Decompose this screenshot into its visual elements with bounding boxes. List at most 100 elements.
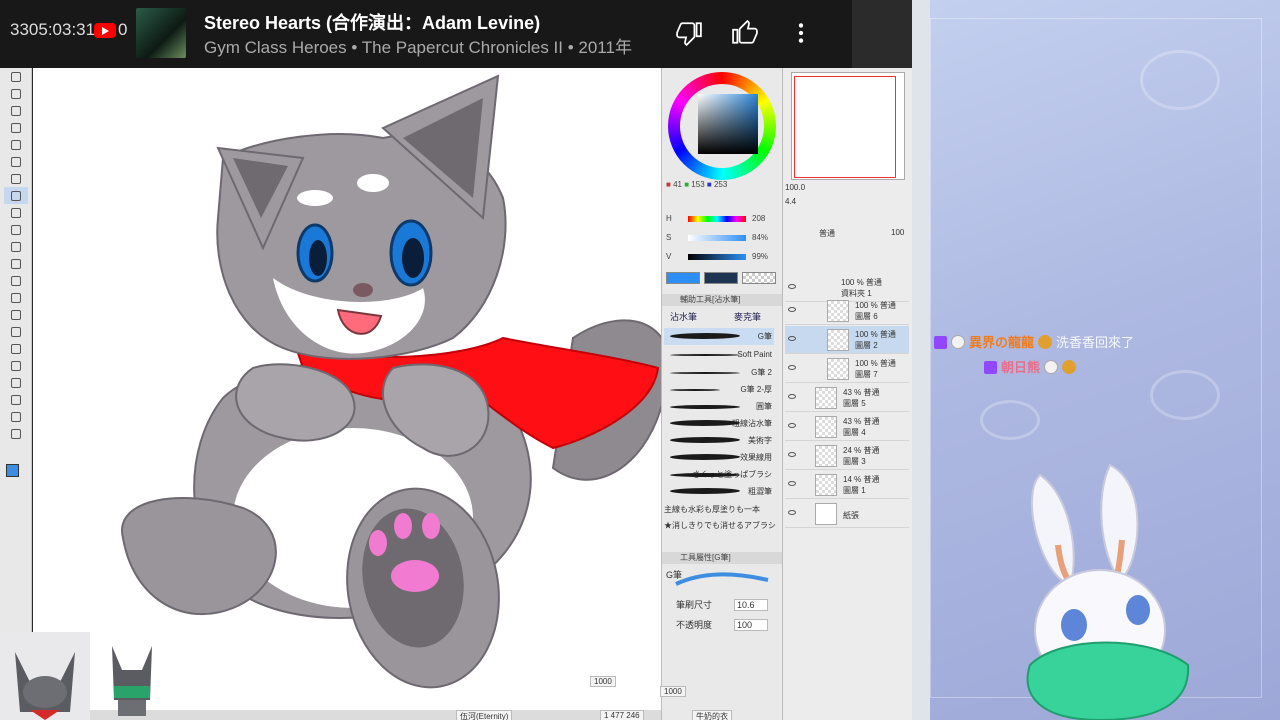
tool-property-header: 工具屬性[G筆]: [662, 552, 783, 564]
album-thumbnail[interactable]: [136, 8, 186, 58]
eye-icon[interactable]: [788, 284, 796, 289]
eye-icon[interactable]: [788, 423, 796, 428]
auto-select-tool[interactable]: [4, 153, 28, 170]
counter-text: 3305:03:31: [10, 20, 96, 39]
wolf-artwork: [121, 74, 661, 689]
balloon-tool[interactable]: [4, 408, 28, 425]
value-bar[interactable]: [688, 254, 746, 260]
main-color-chip[interactable]: [666, 272, 700, 284]
layer-opacity-field[interactable]: 100: [891, 228, 904, 237]
drawing-canvas[interactable]: [33, 68, 661, 710]
layer-row[interactable]: 100 % 普通 圖層 7: [785, 355, 909, 383]
hue-bar[interactable]: [688, 216, 746, 222]
operation-tool[interactable]: [4, 102, 28, 119]
zoom-tool[interactable]: [4, 68, 28, 85]
saturation-bar[interactable]: [688, 235, 746, 241]
track-title[interactable]: Stereo Hearts (合作演出：Adam Levine): [204, 9, 540, 35]
brush-item[interactable]: Soft Paint: [664, 346, 774, 363]
layer-name: 紙張: [843, 511, 859, 520]
eye-icon[interactable]: [788, 307, 796, 312]
tool-strip: [0, 68, 32, 720]
brush-footer-1[interactable]: 主線も水彩も厚塗りも一本: [664, 504, 760, 515]
eye-icon[interactable]: [788, 510, 796, 515]
figure-tool[interactable]: [4, 340, 28, 357]
selection-tool[interactable]: [4, 136, 28, 153]
brush-size-field[interactable]: 10.6: [734, 599, 768, 611]
text-tool[interactable]: [4, 391, 28, 408]
more-options-button[interactable]: [784, 16, 818, 50]
brush-item[interactable]: 粗線沾水筆: [664, 415, 774, 432]
hue-slider[interactable]: H 208: [666, 214, 778, 223]
hue-value: 208: [752, 214, 766, 223]
saturation-slider[interactable]: S 84%: [666, 233, 778, 242]
eraser-tool[interactable]: [4, 272, 28, 289]
decor-bubble: [1140, 50, 1220, 110]
eye-icon[interactable]: [788, 336, 796, 341]
sub-tool-header: 輔助工具[沾水筆]: [662, 294, 783, 306]
stream-counter: 3305:03:31 0: [10, 20, 127, 40]
fill-tool[interactable]: [4, 306, 28, 323]
layer-row[interactable]: 100 % 普通 圖層 2: [785, 326, 909, 354]
gradient-tool[interactable]: [4, 323, 28, 340]
brush-item[interactable]: G筆 2: [664, 364, 774, 381]
like-button[interactable]: [728, 16, 762, 50]
correct-line-tool[interactable]: [4, 425, 28, 442]
frame-tool[interactable]: [4, 357, 28, 374]
opacity-label: 不透明度: [676, 620, 713, 630]
opacity-field[interactable]: 100: [734, 619, 768, 631]
twitch-icon: [934, 336, 947, 349]
tab-dip-pen[interactable]: 沾水筆: [670, 310, 697, 323]
youtube-icon: [94, 23, 116, 38]
eyedropper-tool[interactable]: [4, 170, 28, 187]
pen-tool[interactable]: [3, 187, 28, 204]
navigator-preview[interactable]: [791, 72, 905, 180]
brush-item[interactable]: G筆 2-厚: [664, 381, 774, 398]
zoom-readout[interactable]: 100.0: [785, 183, 805, 192]
brush-tool[interactable]: [4, 221, 28, 238]
brush-item[interactable]: 粗澀筆: [664, 483, 774, 500]
layer-opacity: 43 % 普通: [843, 388, 880, 397]
layer-panel: 100.0 4.4 普通 100 100 % 普通 資料夾 1 100 % 普通…: [782, 68, 912, 720]
blend-tool[interactable]: [4, 289, 28, 306]
layer-thumbnail: [827, 358, 849, 380]
ruler-tool[interactable]: [4, 374, 28, 391]
layer-opacity: 100 % 普通: [855, 330, 896, 339]
rgb-readout: ■ 41 ■ 153 ■ 253: [666, 180, 728, 189]
brush-item[interactable]: 美術字: [664, 432, 774, 449]
saturation-value: 84%: [752, 233, 769, 242]
brush-item[interactable]: G筆: [664, 328, 774, 345]
emote-icon: [1038, 335, 1053, 349]
move-tool[interactable]: [4, 85, 28, 102]
blend-mode-select[interactable]: 普通: [819, 228, 835, 239]
layer-row[interactable]: 100 % 普通 圖層 6: [785, 297, 909, 325]
eye-icon[interactable]: [788, 365, 796, 370]
layer-row[interactable]: 43 % 普通 圖層 4: [785, 413, 909, 441]
rabbit-avatar: [1026, 463, 1190, 720]
layer-opacity: 43 % 普通: [843, 417, 880, 426]
saturation-square[interactable]: [698, 94, 758, 154]
tab-marker[interactable]: 麥克筆: [734, 310, 761, 323]
value-label: V: [666, 252, 672, 261]
airbrush-tool[interactable]: [4, 238, 28, 255]
sub-color-chip[interactable]: [704, 272, 738, 284]
brush-item[interactable]: さくっと塗っぱブラシ: [664, 466, 774, 483]
layer-row[interactable]: 43 % 普通 圖層 5: [785, 384, 909, 412]
decoration-tool[interactable]: [4, 255, 28, 272]
transparent-chip[interactable]: [742, 272, 776, 284]
main-color-swatch[interactable]: [6, 464, 19, 477]
eye-icon[interactable]: [788, 481, 796, 486]
chat-text: 洗香香回來了: [1056, 335, 1135, 350]
brush-item[interactable]: 效果線用: [664, 449, 774, 466]
brush-footer-2[interactable]: ★消しきりでも消せるアブラシ: [664, 520, 776, 531]
angle-readout[interactable]: 4.4: [785, 197, 796, 206]
brush-item[interactable]: 圓筆: [664, 398, 774, 415]
layer-row[interactable]: 24 % 普通 圖層 3: [785, 442, 909, 470]
value-slider[interactable]: V 99%: [666, 252, 778, 261]
layer-row[interactable]: 14 % 普通 圖層 1: [785, 471, 909, 499]
pencil-tool[interactable]: [4, 204, 28, 221]
dislike-button[interactable]: [672, 16, 706, 50]
eye-icon[interactable]: [788, 394, 796, 399]
eye-icon[interactable]: [788, 452, 796, 457]
layer-row-paper[interactable]: 紙張: [785, 500, 909, 528]
layer-move-tool[interactable]: [4, 119, 28, 136]
